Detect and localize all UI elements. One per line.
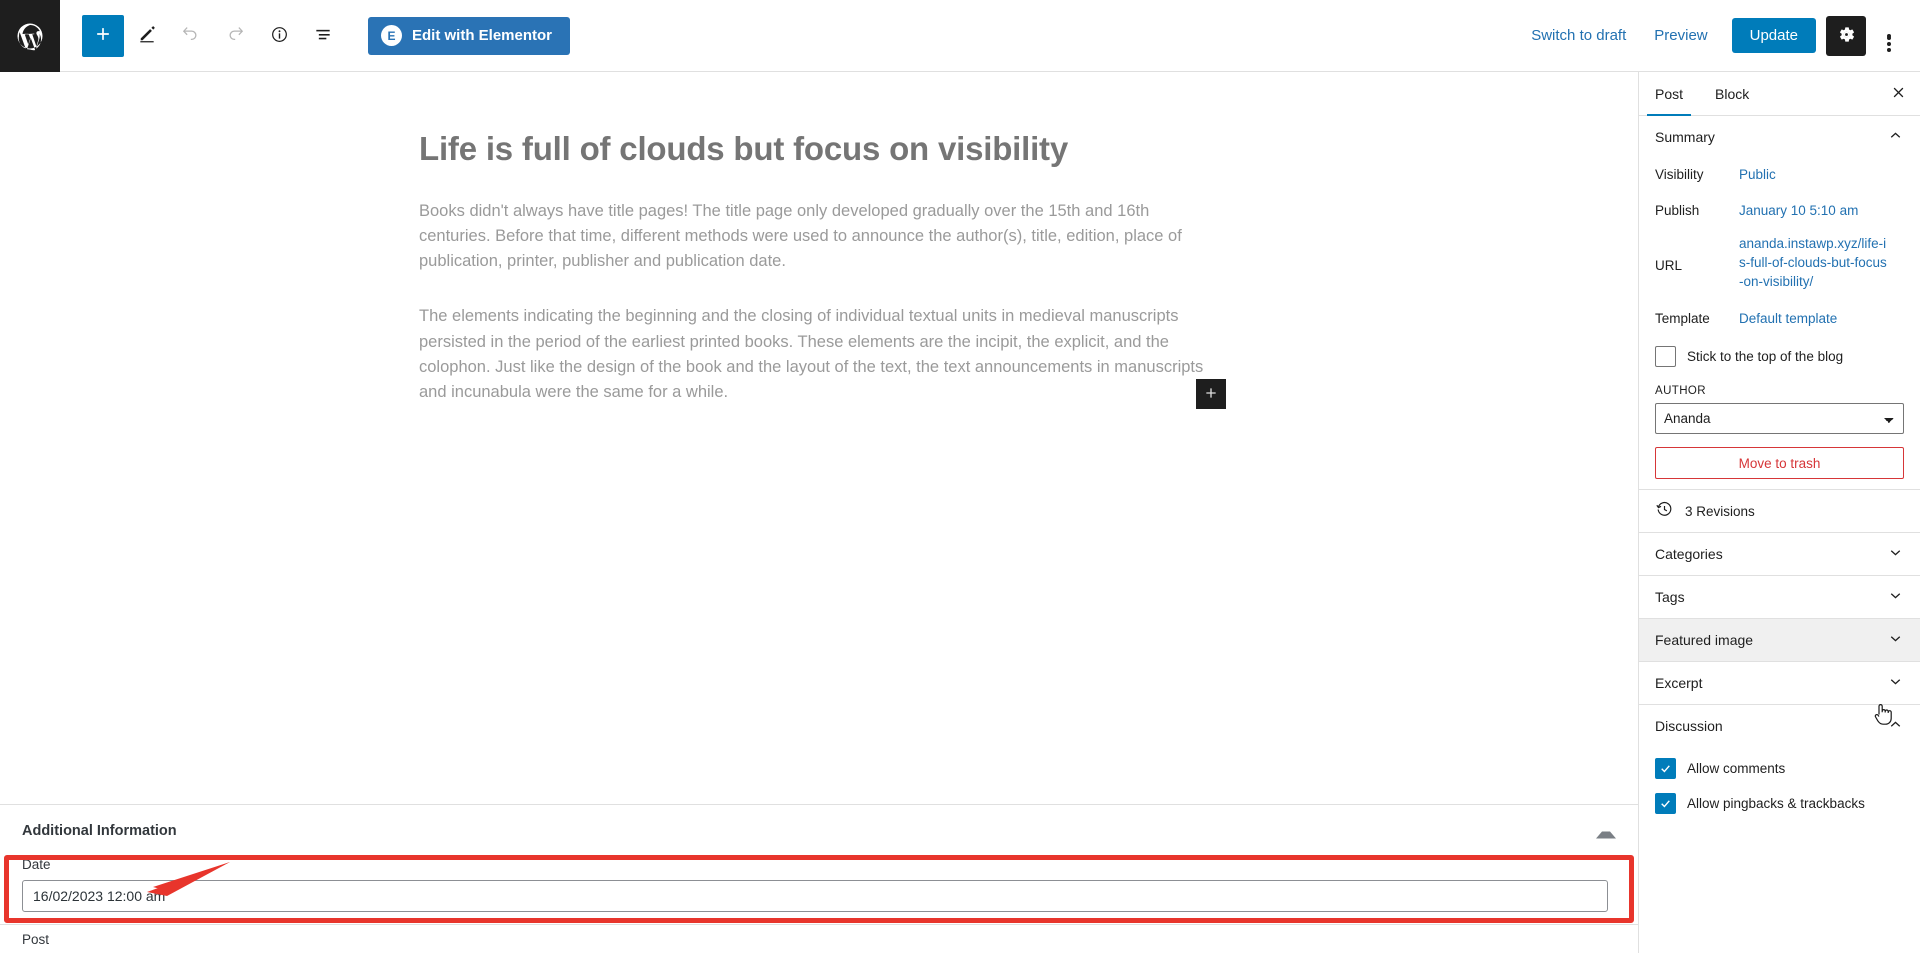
details-button[interactable]: [258, 15, 300, 57]
wordpress-post-editor: E Edit with Elementor Switch to draft Pr…: [0, 0, 1920, 953]
publish-label: Publish: [1655, 203, 1700, 218]
list-view-icon: [313, 24, 333, 47]
chevron-down-icon: [1887, 630, 1904, 650]
plus-icon: [1203, 385, 1219, 404]
chevron-down-icon: [1887, 587, 1904, 607]
discussion-body: Allow comments Allow pingbacks & trackba…: [1639, 747, 1920, 831]
discussion-label: Discussion: [1655, 718, 1723, 734]
pencil-icon: [137, 24, 157, 47]
redo-button[interactable]: [214, 15, 256, 57]
summary-body: Visibility Public Publish January 10 5:1…: [1639, 158, 1920, 489]
sidebar-tabs: Post Block: [1639, 72, 1920, 116]
gear-icon: [1837, 25, 1856, 47]
undo-arrow-icon: [180, 23, 202, 48]
sidebar-item-featured-image[interactable]: Featured image: [1639, 619, 1920, 661]
summary-section-header[interactable]: Summary: [1639, 116, 1920, 158]
featured-image-label: Featured image: [1655, 632, 1754, 648]
post-type-label: Post: [22, 931, 50, 947]
panel-title: Additional Information: [22, 823, 177, 839]
publish-value[interactable]: January 10 5:10 am: [1739, 198, 1858, 224]
add-block-toolbar-button[interactable]: [82, 14, 124, 57]
summary-row-visibility: Visibility Public: [1655, 158, 1904, 194]
template-value[interactable]: Default template: [1739, 306, 1837, 332]
caret-up-icon[interactable]: [1596, 824, 1616, 839]
switch-to-draft-button[interactable]: Switch to draft: [1517, 19, 1640, 52]
allow-pingbacks-row: Allow pingbacks & trackbacks: [1655, 786, 1904, 821]
date-field-label: Date: [22, 857, 51, 872]
top-bar-actions: Switch to draft Preview Update: [1517, 15, 1920, 56]
edit-with-elementor-label: Edit with Elementor: [412, 27, 553, 44]
update-button[interactable]: Update: [1731, 18, 1816, 53]
sidebar-item-tags[interactable]: Tags: [1639, 576, 1920, 618]
wordpress-logo-icon[interactable]: [0, 0, 60, 72]
allow-comments-row: Allow comments: [1655, 751, 1904, 786]
post-title[interactable]: Life is full of clouds but focus on visi…: [419, 128, 1219, 169]
more-options-button[interactable]: [1870, 16, 1908, 56]
top-bar-tools: E Edit with Elementor: [60, 14, 571, 57]
url-label: URL: [1655, 258, 1683, 273]
author-select[interactable]: Ananda: [1655, 403, 1904, 434]
excerpt-label: Excerpt: [1655, 675, 1703, 691]
redo-arrow-icon: [224, 23, 246, 48]
post-type-footer: Post: [0, 924, 1638, 953]
discussion-section-header[interactable]: Discussion: [1639, 705, 1920, 747]
post-paragraph[interactable]: Books didn't always have title pages! Th…: [419, 199, 1219, 274]
revisions-label: 3 Revisions: [1685, 503, 1755, 519]
chevron-up-icon: [1887, 716, 1904, 736]
undo-button[interactable]: [170, 15, 212, 57]
tools-button[interactable]: [126, 15, 168, 57]
settings-button[interactable]: [1826, 15, 1866, 56]
categories-label: Categories: [1655, 546, 1723, 562]
editor-top-bar: E Edit with Elementor Switch to draft Pr…: [0, 0, 1920, 72]
close-sidebar-button[interactable]: [1876, 72, 1920, 115]
plus-icon: [93, 24, 113, 47]
move-to-trash-button[interactable]: Move to trash: [1655, 447, 1904, 479]
tags-label: Tags: [1655, 589, 1685, 605]
stick-to-top-checkbox[interactable]: [1655, 346, 1676, 367]
tab-post[interactable]: Post: [1639, 72, 1699, 116]
edit-with-elementor-button[interactable]: E Edit with Elementor: [368, 16, 571, 55]
revisions-clock-icon: [1655, 500, 1674, 522]
list-view-button[interactable]: [302, 15, 344, 57]
post-paragraph[interactable]: The elements indicating the beginning an…: [419, 304, 1219, 404]
elementor-logo-icon: E: [381, 25, 402, 46]
additional-information-header: Additional Information: [0, 805, 1638, 857]
additional-information-body: Date: [0, 857, 1638, 912]
date-input[interactable]: [22, 880, 1608, 912]
editor-canvas[interactable]: Life is full of clouds but focus on visi…: [0, 72, 1638, 804]
stick-to-top-label: Stick to the top of the blog: [1687, 349, 1844, 364]
revisions-button[interactable]: 3 Revisions: [1639, 490, 1920, 532]
author-label: AUTHOR: [1655, 385, 1706, 397]
summary-label: Summary: [1655, 129, 1715, 145]
allow-pingbacks-checkbox[interactable]: [1655, 793, 1676, 814]
post-content: Life is full of clouds but focus on visi…: [419, 72, 1219, 405]
chevron-up-icon: [1887, 127, 1904, 147]
url-value[interactable]: ananda.instawp.xyz/life-is-full-of-cloud…: [1739, 234, 1891, 291]
close-icon: [1891, 85, 1906, 103]
chevron-down-icon: [1887, 673, 1904, 693]
tab-block[interactable]: Block: [1699, 72, 1765, 115]
summary-row-publish: Publish January 10 5:10 am: [1655, 194, 1904, 230]
allow-comments-label: Allow comments: [1687, 761, 1786, 776]
summary-row-template: Template Default template: [1655, 302, 1904, 338]
chevron-down-icon: [1887, 544, 1904, 564]
allow-comments-checkbox[interactable]: [1655, 758, 1676, 779]
visibility-value[interactable]: Public: [1739, 162, 1776, 188]
additional-information-panel: Additional Information Date Post: [0, 804, 1638, 953]
allow-pingbacks-label: Allow pingbacks & trackbacks: [1687, 796, 1865, 811]
post-settings-sidebar: Post Block Summary Visibility Public Pub…: [1638, 72, 1920, 953]
template-label: Template: [1655, 311, 1710, 326]
info-circle-icon: [269, 24, 290, 48]
sidebar-item-categories[interactable]: Categories: [1639, 533, 1920, 575]
sidebar-item-excerpt[interactable]: Excerpt: [1639, 662, 1920, 704]
kebab-menu-icon: [1887, 33, 1891, 52]
visibility-label: Visibility: [1655, 167, 1704, 182]
preview-button[interactable]: Preview: [1640, 19, 1721, 52]
sticky-post-row: Stick to the top of the blog: [1655, 338, 1904, 371]
inline-add-block-button[interactable]: [1196, 379, 1226, 409]
summary-row-url: URL ananda.instawp.xyz/life-is-full-of-c…: [1655, 230, 1904, 302]
